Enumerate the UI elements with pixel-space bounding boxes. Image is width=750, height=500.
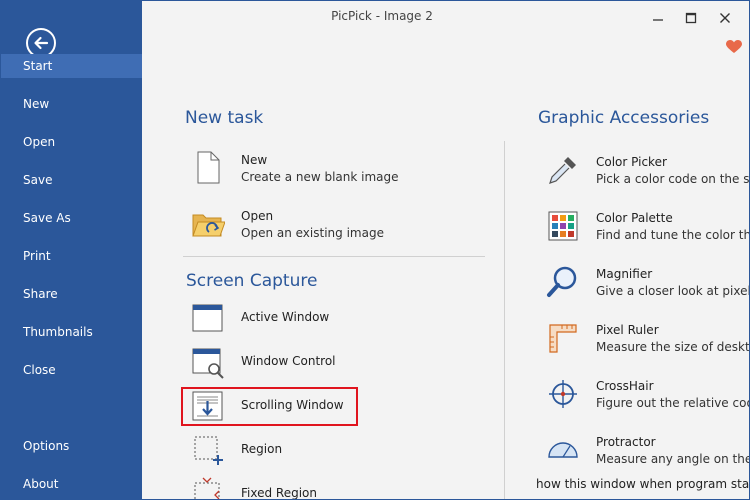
magnifier-desc: Give a closer look at pixels on the scre… <box>596 284 749 298</box>
maximize-button[interactable] <box>674 1 708 35</box>
new-task-open[interactable]: Open Open an existing image <box>191 207 481 243</box>
minimize-button[interactable] <box>641 1 675 35</box>
new-task-open-desc: Open an existing image <box>241 226 384 240</box>
capture-window-control[interactable]: Window Control <box>191 345 481 379</box>
capture-fixed-region-label: Fixed Region <box>241 486 317 500</box>
capture-fixed-region[interactable]: Fixed Region <box>191 477 481 500</box>
window-control-icon <box>192 348 224 379</box>
new-task-heading: New task <box>185 108 264 128</box>
capture-region-label: Region <box>241 442 283 456</box>
scrolling-window-highlight <box>181 387 358 426</box>
pixel-ruler-icon <box>549 324 577 353</box>
title-bar: PicPick - Image 2 <box>142 1 749 35</box>
pixel-ruler-label: Pixel Ruler <box>596 323 659 337</box>
new-task-new-desc: Create a new blank image <box>241 170 399 184</box>
window-title: PicPick - Image 2 <box>331 9 433 23</box>
capture-active-window[interactable]: Active Window <box>191 301 481 335</box>
region-icon <box>194 436 223 465</box>
new-task-new[interactable]: New Create a new blank image <box>191 151 481 187</box>
sidebar-item-thumbnails[interactable]: Thumbnails <box>1 320 142 344</box>
column-divider <box>504 141 505 499</box>
active-window-icon <box>192 304 223 332</box>
sidebar-item-share[interactable]: Share <box>1 282 142 306</box>
magnifier-label: Magnifier <box>596 267 653 281</box>
accessory-color-picker[interactable]: Color Picker Pick a color code on the sc… <box>546 153 750 189</box>
new-task-open-label: Open <box>241 209 274 223</box>
color-picker-desc: Pick a color code on the screen <box>596 172 750 186</box>
capture-region[interactable]: Region <box>191 433 481 467</box>
new-document-icon <box>197 151 220 184</box>
sidebar-item-start[interactable]: Start <box>1 54 142 78</box>
close-icon <box>720 13 730 23</box>
accessory-magnifier[interactable]: Magnifier Give a closer look at pixels o… <box>546 265 749 301</box>
accessory-color-palette[interactable]: Color Palette Find and tune the color th… <box>546 209 750 245</box>
close-button[interactable] <box>708 1 742 35</box>
fixed-region-icon <box>194 477 220 499</box>
sidebar-item-options[interactable]: Options <box>1 434 142 458</box>
crosshair-icon <box>549 380 577 408</box>
sidebar-item-open[interactable]: Open <box>1 130 142 154</box>
color-palette-icon <box>548 211 578 241</box>
sidebar-item-new[interactable]: New <box>1 92 142 116</box>
new-task-new-label: New <box>241 153 268 167</box>
sidebar-item-close[interactable]: Close <box>1 358 142 382</box>
screen-capture-heading: Screen Capture <box>186 271 318 291</box>
maximize-icon <box>685 12 697 24</box>
pixel-ruler-desc: Measure the size of desktop objects <box>596 340 750 354</box>
startup-option-text[interactable]: how this window when program starts <box>536 477 749 491</box>
sidebar: Start New Open Save Save As Print Share … <box>1 1 142 499</box>
color-picker-label: Color Picker <box>596 155 667 169</box>
capture-active-window-label: Active Window <box>241 310 330 324</box>
accessories-pane: Color Picker Pick a color code on the sc… <box>536 101 750 499</box>
protractor-desc: Measure any angle on the screen <box>596 452 749 466</box>
crosshair-label: CrossHair <box>596 379 654 393</box>
sidebar-item-save[interactable]: Save <box>1 168 142 192</box>
minimize-icon <box>653 19 663 21</box>
heart-icon[interactable] <box>726 39 742 58</box>
accessory-protractor[interactable]: Protractor Measure any angle on the scre… <box>546 433 749 469</box>
eyedropper-icon <box>549 157 576 184</box>
sidebar-item-about[interactable]: About <box>1 472 142 496</box>
protractor-icon <box>548 442 578 458</box>
color-palette-label: Color Palette <box>596 211 673 225</box>
color-palette-desc: Find and tune the color that you want <box>596 228 750 242</box>
sidebar-item-print[interactable]: Print <box>1 244 142 268</box>
protractor-label: Protractor <box>596 435 656 449</box>
sidebar-item-save-as[interactable]: Save As <box>1 206 142 230</box>
picpick-window: Start New Open Save Save As Print Share … <box>0 0 750 500</box>
accessory-pixel-ruler[interactable]: Pixel Ruler Measure the size of desktop … <box>546 321 750 357</box>
crosshair-desc: Figure out the relative coordinates <box>596 396 749 410</box>
open-folder-icon <box>192 214 225 237</box>
accessory-crosshair[interactable]: CrossHair Figure out the relative coordi… <box>546 377 749 413</box>
back-arrow-icon <box>34 36 49 50</box>
capture-window-control-label: Window Control <box>241 354 336 368</box>
section-divider <box>183 256 485 257</box>
magnifier-icon <box>547 266 577 297</box>
